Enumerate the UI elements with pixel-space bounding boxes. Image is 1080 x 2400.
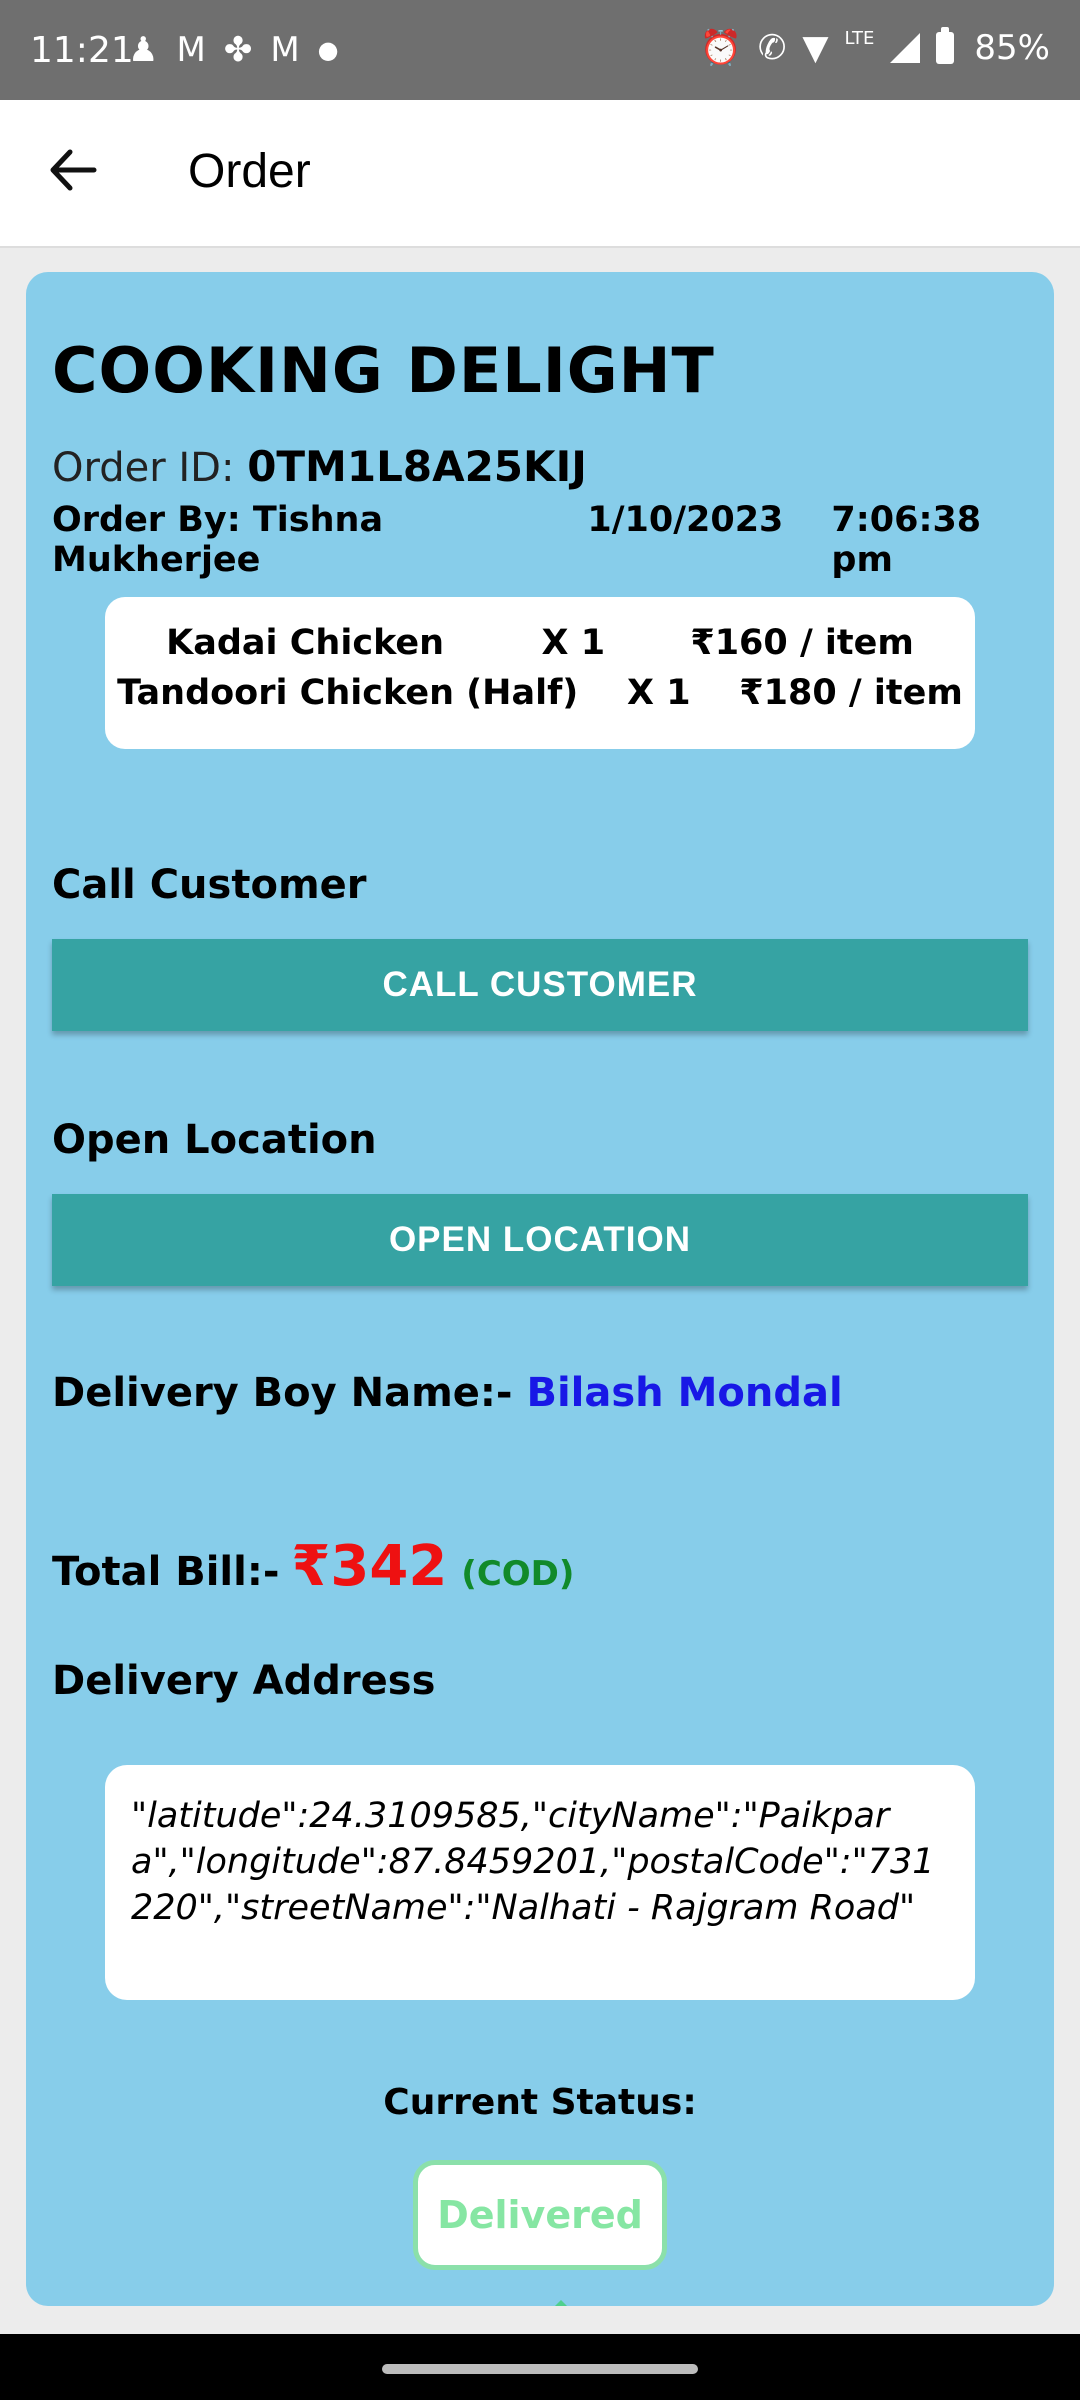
- open-location-button[interactable]: OPEN LOCATION: [52, 1194, 1028, 1286]
- open-location-label: Open Location: [52, 1117, 377, 1163]
- order-id-value: 0TM1L8A25KIJ: [247, 442, 587, 491]
- notification-person-icon: ♟: [128, 30, 159, 70]
- navigation-bar: [0, 2334, 1080, 2400]
- order-by-row: Order By: Tishna Mukherjee 1/10/2023 7:0…: [52, 500, 1028, 580]
- order-id-row: Order ID: 0TM1L8A25KIJ: [52, 442, 1028, 491]
- order-date: 1/10/2023: [587, 500, 784, 540]
- app-bar: Order: [0, 100, 1080, 248]
- total-bill-label: Total Bill:-: [52, 1549, 280, 1595]
- signal-icon: [890, 33, 921, 63]
- battery-icon: [936, 27, 955, 64]
- delivery-address-text: "latitude":24.3109585,"cityName":"Paikpa…: [105, 1765, 975, 2000]
- battery-percent: 85%: [974, 28, 1050, 68]
- status-time: 11:21: [30, 30, 134, 71]
- home-gesture-handle[interactable]: [382, 2364, 698, 2374]
- notification-icons: ♟ M ✤ M ●: [128, 30, 339, 70]
- system-icons: ⏰ ✆ ▼ LTE 85%: [699, 27, 1050, 68]
- order-time: 7:06:38 pm: [831, 500, 982, 580]
- total-bill-row: Total Bill:- ₹342 (COD): [52, 1534, 1028, 1599]
- wifi-icon: ▼: [802, 28, 829, 68]
- arrow-left-icon[interactable]: [48, 140, 98, 200]
- payment-method: (COD): [461, 1554, 575, 1594]
- order-items-box: Kadai Chicken X 1 ₹160 / item Tandoori C…: [105, 597, 975, 749]
- status-badge[interactable]: Delivered: [413, 2160, 667, 2270]
- scroll-indicator: [553, 2300, 569, 2306]
- dot-icon: ●: [317, 36, 339, 64]
- wifi-call-icon: ✆: [757, 28, 787, 68]
- alarm-icon: ⏰: [699, 28, 742, 68]
- fan-icon: ✤: [223, 30, 253, 70]
- delivery-boy-row: Delivery Boy Name:- Bilash Mondal: [52, 1370, 1028, 1416]
- page-title: Order: [188, 145, 311, 198]
- gmail-icon: M: [176, 30, 206, 70]
- network-type: LTE: [844, 27, 875, 49]
- gmail-icon: M: [270, 30, 300, 70]
- order-card: COOKING DELIGHT Order ID: 0TM1L8A25KIJ O…: [26, 272, 1054, 2306]
- order-item-line: Tandoori Chicken (Half) X 1 ₹180 / item: [117, 673, 963, 713]
- order-item-line: Kadai Chicken X 1 ₹160 / item: [166, 623, 914, 663]
- current-status-label: Current Status:: [383, 2082, 697, 2123]
- call-customer-label: Call Customer: [52, 862, 367, 908]
- status-bar: 11:21 ♟ M ✤ M ● ⏰ ✆ ▼ LTE 85%: [0, 0, 1080, 100]
- total-bill-amount: ₹342: [291, 1534, 448, 1599]
- delivery-boy-label: Delivery Boy Name:-: [52, 1370, 513, 1416]
- delivery-boy-name: Bilash Mondal: [526, 1370, 843, 1416]
- delivery-address-label: Delivery Address: [52, 1658, 436, 1704]
- order-id-label: Order ID:: [52, 445, 235, 491]
- order-by: Order By: Tishna Mukherjee: [52, 500, 384, 580]
- restaurant-name: COOKING DELIGHT: [52, 334, 715, 407]
- call-customer-button[interactable]: CALL CUSTOMER: [52, 939, 1028, 1031]
